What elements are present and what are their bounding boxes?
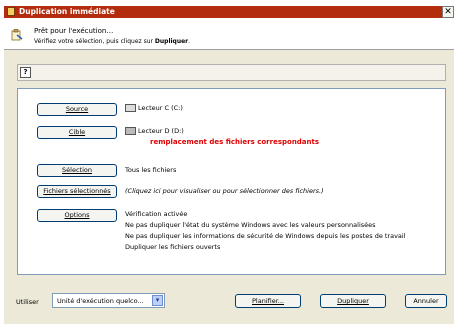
selected-files-button[interactable]: Fichiers sélectionnés [37,185,117,198]
execution-unit-select[interactable]: Unité d'exécution quelco... ▾ [52,293,165,308]
execution-unit-value: Unité d'exécution quelco... [57,297,144,305]
header-subtitle: Vérifiez votre sélection, puis cliquez s… [34,38,191,45]
options-button[interactable]: Options [37,209,117,222]
header-title: Prêt pour l'exécution… [34,27,114,35]
option-line: Ne pas dupliquer l'état du système Windo… [125,221,376,229]
duplicate-button[interactable]: Dupliquer [320,294,386,308]
source-drive: Lecteur C (C:) [138,104,183,112]
title-bar[interactable]: Duplication immédiate ✕ [4,6,454,18]
cancel-button[interactable]: Annuler [405,294,447,308]
close-button[interactable]: ✕ [442,6,454,18]
drive-d-icon [125,127,136,135]
ready-icon [11,29,23,41]
option-line: Dupliquer les fichiers ouverts [125,243,221,251]
toolbar [17,64,446,81]
option-line: Ne pas dupliquer les informations de séc… [125,232,406,240]
selection-button[interactable]: Sélection [37,164,117,177]
settings-panel [17,88,446,275]
app-icon [7,7,15,16]
drive-c-icon [125,104,136,112]
schedule-button[interactable]: Planifier... [235,294,301,308]
use-label: Utiliser [16,298,39,306]
target-button[interactable]: Cible [37,126,117,139]
target-drive: Lecteur D (D:) [138,127,184,135]
option-line: Vérification activée [125,210,188,218]
replace-warning: remplacement des fichiers correspondants [150,138,320,146]
source-button[interactable]: Source [37,103,117,116]
help-icon[interactable]: ? [20,67,31,78]
selected-files-hint[interactable]: (Cliquez ici pour visualiser ou pour sél… [125,187,324,195]
chevron-down-icon[interactable]: ▾ [152,295,163,306]
window-title: Duplication immédiate [19,7,115,16]
selection-value: Tous les fichiers [125,166,177,174]
